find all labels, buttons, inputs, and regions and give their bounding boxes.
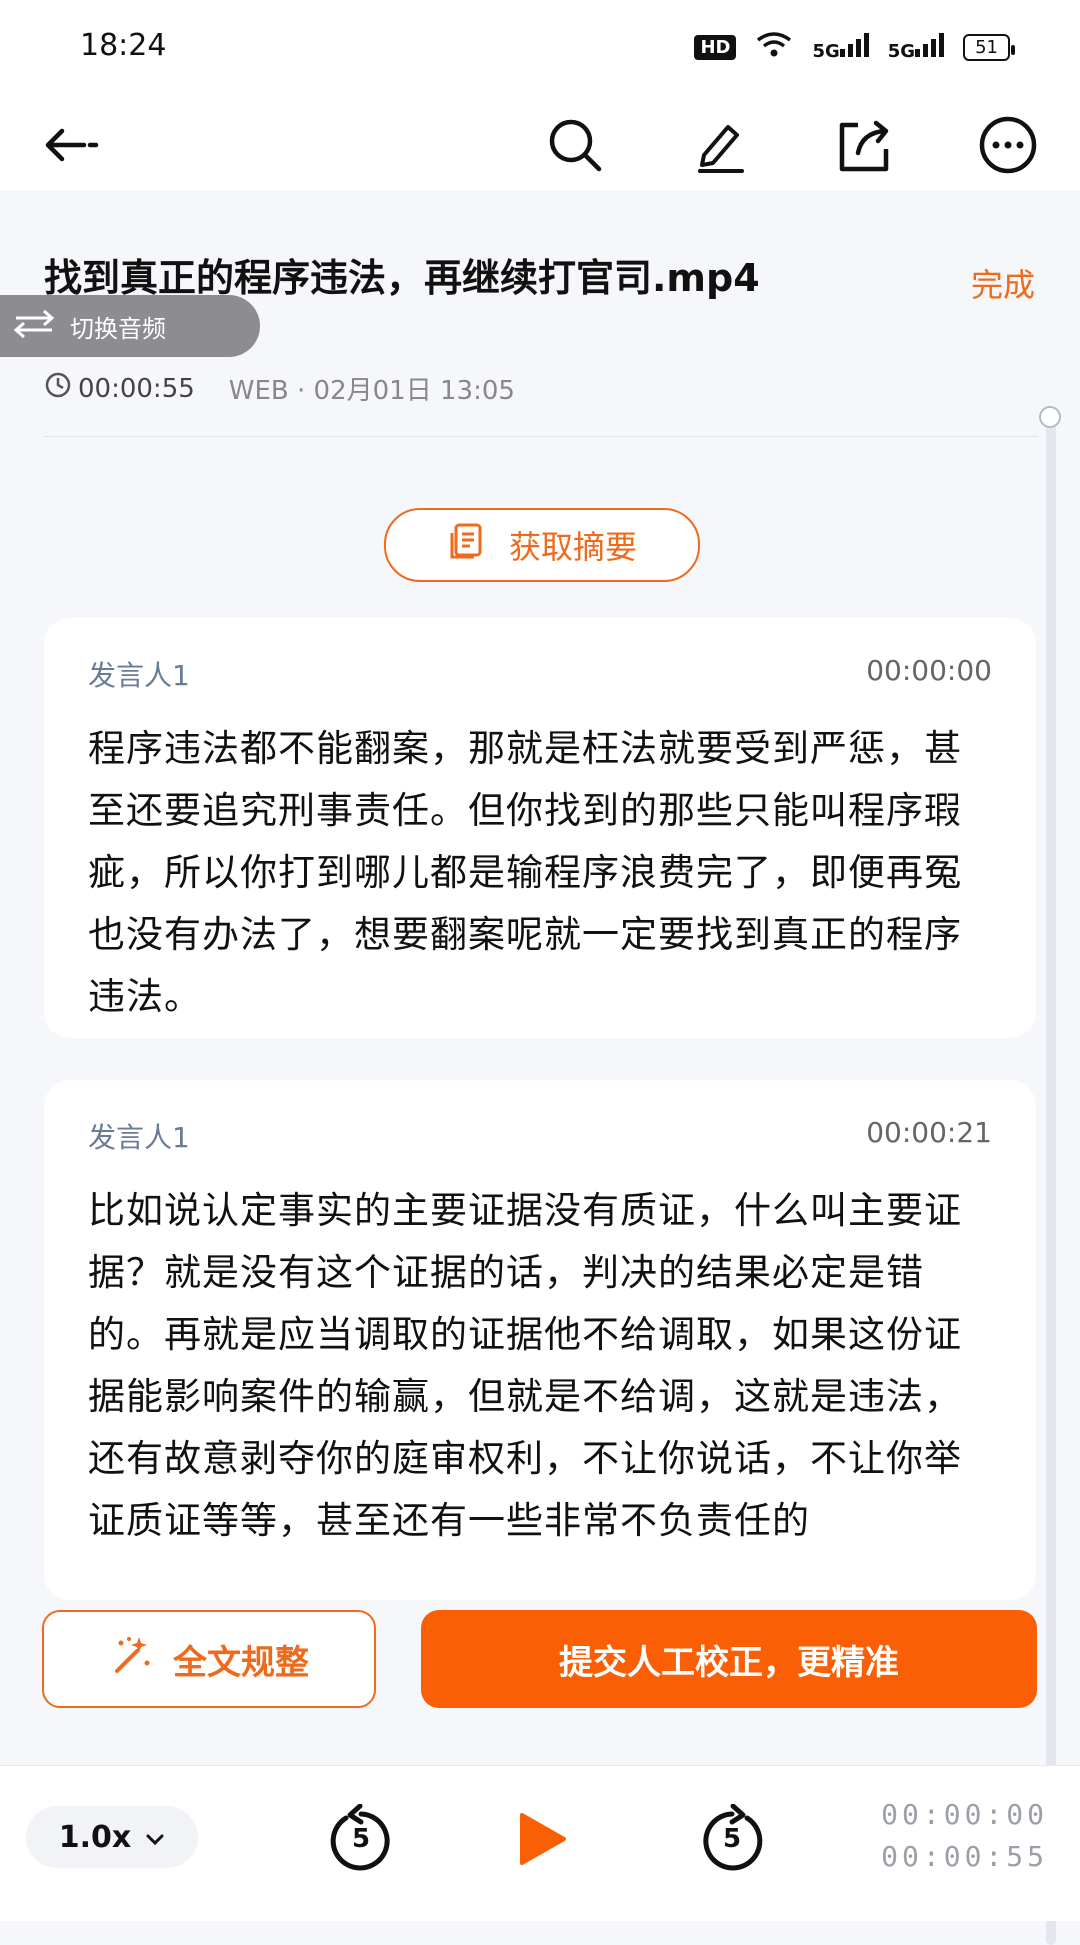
segment-timestamp[interactable]: 00:00:00 [866, 654, 992, 687]
scrollbar-thumb[interactable] [1039, 406, 1061, 428]
submit-correction-label: 提交人工校正，更精准 [559, 1642, 899, 1683]
status-icons: HD 5G 5G 51 [694, 30, 1015, 64]
back-arrow-icon[interactable] [38, 113, 102, 177]
speaker-label[interactable]: 发言人1 [88, 1116, 190, 1156]
duration-label: 00:00:55 [78, 373, 195, 404]
play-button[interactable] [505, 1804, 575, 1874]
source-date-label: WEB · 02月01日 13:05 [228, 376, 515, 406]
transcript-card[interactable]: 发言人1 00:00:21 比如说认定事实的主要证据没有质证，什么叫主要证据？就… [44, 1080, 1036, 1600]
rewind-seconds: 5 [351, 1824, 371, 1854]
transcript-card[interactable]: 发言人1 00:00:00 程序违法都不能翻案，那就是枉法就要受到严惩，甚至还要… [44, 618, 1036, 1038]
share-icon[interactable] [832, 113, 896, 177]
total-time: 00:00:55 [881, 1840, 1048, 1873]
recording-meta: 00:00:55 WEB · 02月01日 13:05 [44, 370, 515, 407]
forward-seconds: 5 [722, 1824, 742, 1854]
transcript-text[interactable]: 比如说认定事实的主要证据没有质证，什么叫主要证据？就是没有这个证据的话，判决的结… [88, 1180, 988, 1552]
document-icon [447, 521, 487, 569]
more-icon[interactable] [976, 113, 1040, 177]
edit-icon[interactable] [688, 113, 752, 177]
format-all-button[interactable]: 全文规整 [42, 1610, 376, 1708]
top-toolbar [0, 95, 1080, 190]
chevron-down-icon [145, 1820, 165, 1855]
battery-icon: 51 [963, 33, 1015, 61]
switch-audio-label: 切换音频 [70, 314, 166, 343]
done-button[interactable]: 完成 [971, 260, 1035, 306]
signal-icon-1: 5G [812, 32, 869, 62]
get-summary-button[interactable]: 获取摘要 [384, 508, 700, 582]
playback-times: 00:00:00 00:00:55 [881, 1794, 1048, 1878]
format-all-label: 全文规整 [173, 1642, 309, 1683]
hd-badge: HD [694, 34, 737, 60]
status-time: 18:24 [80, 28, 167, 63]
playback-speed-value: 1.0x [58, 1819, 132, 1855]
clock-icon [44, 371, 72, 406]
rewind-5-button[interactable]: 5 [326, 1804, 396, 1874]
status-bar: 18:24 HD 5G 5G 51 [0, 0, 1080, 95]
search-icon[interactable] [543, 113, 607, 177]
transcript-text[interactable]: 程序违法都不能翻案，那就是枉法就要受到严惩，甚至还要追究刑事责任。但你找到的那些… [88, 718, 988, 1028]
magic-wand-icon [109, 1633, 153, 1686]
forward-5-button[interactable]: 5 [697, 1804, 767, 1874]
signal-icon-2: 5G [888, 32, 945, 62]
divider [44, 436, 1038, 437]
segment-timestamp[interactable]: 00:00:21 [866, 1116, 992, 1149]
play-icon [520, 1813, 566, 1865]
wifi-icon [754, 30, 794, 64]
audio-player: 1.0x 5 5 00:00:00 00:00:55 [0, 1765, 1080, 1921]
current-time: 00:00:00 [881, 1798, 1048, 1831]
playback-speed-select[interactable]: 1.0x [26, 1806, 198, 1868]
transcript-content: 找到真正的程序违法，再继续打官司.mp4 完成 切换音频 00:00:55 WE… [0, 190, 1080, 1945]
get-summary-label: 获取摘要 [508, 528, 637, 566]
submit-correction-button[interactable]: 提交人工校正，更精准 [421, 1610, 1037, 1708]
switch-audio-button[interactable]: 切换音频 [0, 295, 260, 357]
swap-icon [12, 308, 56, 344]
speaker-label[interactable]: 发言人1 [88, 654, 190, 694]
scrollbar-track[interactable] [1046, 415, 1056, 1945]
